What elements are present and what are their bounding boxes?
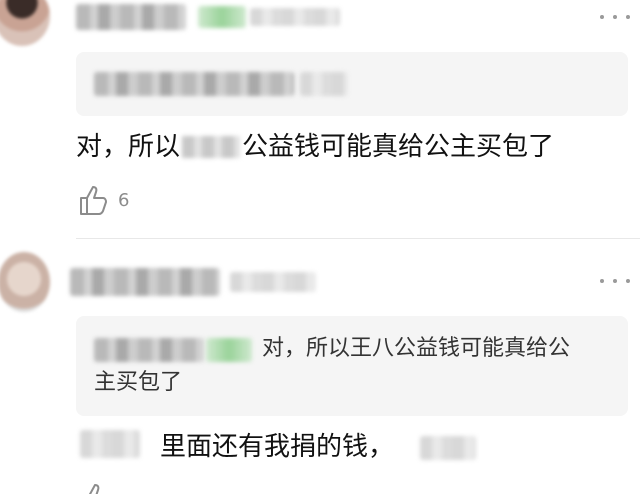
meta-blurred	[230, 272, 316, 292]
quoted-text-line: 对，所以王八公益钱可能真给公	[262, 336, 571, 361]
quoted-comment-box[interactable]: 对，所以王八公益钱可能真给公 主买包了	[76, 316, 628, 416]
comment-body: 里面还有我捐的钱，	[160, 432, 394, 462]
quoted-username-blurred	[94, 338, 204, 362]
comment-text-part: 里面还有我捐的钱，	[160, 432, 395, 462]
meta-blurred	[250, 8, 340, 26]
more-options-button[interactable]	[600, 10, 630, 24]
comment-body: 对，所以 公益钱可能真给公主买包了	[76, 132, 554, 162]
comment-text-part: 公益钱可能真给公主买包了	[242, 132, 555, 162]
reply-prefix-blurred	[80, 430, 140, 458]
avatar[interactable]	[0, 252, 50, 312]
username-blurred[interactable]	[76, 4, 186, 30]
username-blurred[interactable]	[70, 268, 220, 296]
comment-text-part: 对，所以	[76, 132, 181, 162]
more-dots-icon	[600, 279, 604, 283]
quoted-text-blurred	[300, 72, 348, 96]
redacted-word	[420, 436, 476, 460]
quoted-text: 对，所以王八公益钱可能真给公	[262, 334, 612, 364]
quoted-badge-blurred	[206, 338, 252, 362]
redacted-word	[182, 136, 241, 158]
avatar[interactable]	[0, 0, 50, 46]
more-dots-icon	[600, 15, 604, 19]
divider	[76, 238, 640, 239]
quoted-comment-box[interactable]	[76, 52, 628, 116]
author-badge-blurred	[198, 6, 246, 28]
quoted-text: 主买包了	[94, 368, 182, 398]
quoted-text-blurred	[94, 72, 294, 96]
comment-thread: 对，所以 公益钱可能真给公主买包了 6 对，所以王八公益钱可能真给公 主买包了 里…	[0, 0, 640, 494]
more-options-button[interactable]	[600, 274, 630, 288]
quoted-text-line: 主买包了	[94, 370, 183, 395]
like-count: 6	[118, 189, 130, 211]
thumbs-up-icon[interactable]	[80, 482, 110, 494]
like-button[interactable]: 6	[78, 184, 129, 216]
thumbs-up-icon	[80, 186, 107, 215]
